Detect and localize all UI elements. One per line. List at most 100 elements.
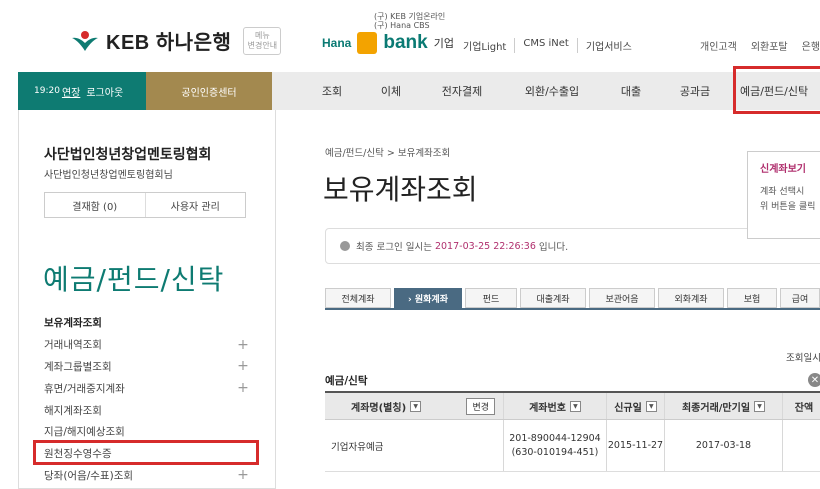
logo-text: KEB 하나은행 (106, 32, 232, 54)
cell-account-name: 기업자유예금 (325, 420, 504, 471)
nav-loan[interactable]: 대출 (608, 72, 654, 110)
sidebar-item-label: 해지계좌조회 (44, 404, 102, 417)
popup-line2: 위 버튼을 클릭 (760, 202, 816, 212)
cell-last-trade: 2017-03-18 (665, 420, 783, 471)
account-tabs: 전체계좌 › 원화계좌 펀드 대출계좌 보관어음 외화계좌 보험 급여 (325, 288, 820, 308)
link-light[interactable]: 기업Light (455, 38, 514, 53)
sidebar-item-account-group[interactable]: 계좌그룹별조회 + (44, 356, 250, 378)
collapse-icon[interactable]: ✕ (808, 373, 820, 387)
menu-change-badge[interactable]: 메뉴 변경안내 (243, 26, 282, 55)
link-cms[interactable]: CMS iNet (514, 38, 576, 53)
service-links: 기업Light CMS iNet 기업서비스 (455, 38, 640, 53)
col-label: 계좌번호 (529, 402, 566, 414)
new-account-popup: 신계좌보기 계좌 선택시 위 버튼을 클릭 (747, 151, 820, 239)
expand-icon[interactable]: + (236, 337, 250, 353)
section-title: 예금/펀드/신탁 (43, 263, 225, 296)
cert-center-button[interactable]: 공인인증센터 (146, 72, 272, 110)
sidebar-item-dormant[interactable]: 휴면/거래중지계좌 + (44, 377, 250, 399)
nav-utility[interactable]: 공과금 (668, 72, 722, 110)
expand-icon[interactable]: + (236, 358, 250, 374)
session-time: 19:20 (34, 86, 60, 96)
col-open-date[interactable]: 신규일 ▼ (607, 393, 665, 419)
col-balance[interactable]: 잔액 (783, 393, 820, 419)
account-number-old: (630-010194-451) (511, 446, 599, 458)
top-right-links: 개인고객 외환포탈 은행 (700, 38, 820, 53)
link-personal[interactable]: 개인고객 (700, 38, 737, 53)
cell-open-date: 2015-11-27 (607, 420, 665, 471)
nav-forex[interactable]: 외환/수출입 (512, 72, 592, 110)
session-status: 19:20 연장 로그아웃 (18, 72, 146, 110)
col-label: 신규일 (614, 402, 642, 414)
col-account-number[interactable]: 계좌번호 ▼ (504, 393, 607, 419)
sidebar-item-label: 거래내역조회 (44, 339, 102, 352)
cell-balance (783, 420, 820, 471)
page-title: 보유계좌조회 (323, 173, 478, 206)
sidebar-item-label: 계좌그룹별조회 (44, 360, 112, 373)
bank-logo[interactable]: KEB 하나은행 메뉴 변경안내 (70, 26, 282, 55)
hanabank-q-icon (357, 32, 378, 54)
sort-icon[interactable]: ▼ (645, 400, 657, 412)
sidebar-item-holding-accounts[interactable]: 보유계좌조회 (44, 312, 250, 334)
account-number: 201-890044-12904 (509, 432, 601, 444)
hb-legacy-line1: (구) KEB 기업온라인 (374, 12, 446, 21)
extend-button[interactable]: 연장 (62, 84, 80, 99)
link-forex-portal[interactable]: 외환포탈 (751, 38, 788, 53)
tab-insurance[interactable]: 보험 (727, 288, 777, 308)
logout-button[interactable]: 로그아웃 (86, 84, 123, 99)
tab-all-accounts[interactable]: 전체계좌 (325, 288, 391, 308)
hana-logo-icon (70, 29, 100, 53)
sort-icon[interactable]: ▼ (569, 400, 581, 412)
last-login-box: 최종 로그인 일시는 2017-03-25 22:26:36 입니다. (325, 228, 820, 264)
sort-icon[interactable]: ▼ (754, 400, 766, 412)
col-label: 최종거래/만기일 (681, 402, 751, 414)
link-corp-service[interactable]: 기업서비스 (576, 38, 640, 53)
sidebar-item-checks[interactable]: 당좌(어음/수표)조회 + (44, 465, 250, 487)
org-name: 사단법인청년창업멘토링협회 (44, 147, 212, 163)
cell-account-number[interactable]: 201-890044-12904 (630-010194-451) (504, 420, 607, 471)
col-account-name[interactable]: 계좌명(별칭) ▼ 변경 (325, 393, 504, 419)
hb-corp-text: 기업 (433, 37, 454, 50)
sidebar-item-label: 보유계좌조회 (44, 317, 102, 330)
sidebar-item-label: 당좌(어음/수표)조회 (44, 469, 134, 482)
org-greeting: 사단법인청년창업멘토링협회님 (44, 170, 173, 181)
sidebar-item-label: 지급/해지예상조회 (44, 426, 125, 439)
change-alias-button[interactable]: 변경 (466, 397, 495, 415)
col-label: 계좌명(별칭) (351, 402, 407, 414)
tab-custody-bills[interactable]: 보관어음 (589, 288, 655, 308)
hb-legacy-line2: (구) Hana CBS (374, 21, 430, 30)
tab-fund[interactable]: 펀드 (465, 288, 517, 308)
expand-icon[interactable]: + (236, 467, 250, 483)
info-icon (340, 241, 350, 251)
menu-highlight-box (33, 440, 259, 465)
sidebar-item-label: 휴면/거래중지계좌 (44, 382, 125, 395)
tab-loan[interactable]: 대출계좌 (520, 288, 586, 308)
nav-transfer[interactable]: 이체 (366, 72, 416, 110)
sort-icon[interactable]: ▼ (410, 400, 422, 412)
user-management-button[interactable]: 사용자 관리 (146, 193, 246, 217)
nav-inquiry[interactable]: 조회 (308, 72, 356, 110)
nav-epayment[interactable]: 전자결제 (430, 72, 494, 110)
tab-salary[interactable]: 급여 (780, 288, 820, 308)
user-button-row: 결재함 (0) 사용자 관리 (44, 192, 246, 218)
sidebar-item-closed[interactable]: 해지계좌조회 (44, 399, 250, 421)
nav-highlight-box (733, 66, 820, 114)
col-last-trade[interactable]: 최종거래/만기일 ▼ (665, 393, 783, 419)
popup-line1: 계좌 선택시 (760, 187, 805, 197)
hb-bank-text: bank (383, 32, 428, 53)
sidebar-item-transactions[interactable]: 거래내역조회 + (44, 334, 250, 356)
hanabank-corp-logo[interactable]: (구) KEB 기업온라인 (구) Hana CBS Hana bank 기업 (322, 12, 454, 54)
account-table: 계좌명(별칭) ▼ 변경 계좌번호 ▼ 신규일 ▼ 최종거래/만기일 ▼ 잔액 … (325, 391, 820, 472)
table-row[interactable]: 기업자유예금 201-890044-12904 (630-010194-451)… (325, 420, 820, 472)
approval-box-button[interactable]: 결재함 (0) (45, 193, 146, 217)
popup-title: 신계좌보기 (760, 164, 806, 175)
link-bank[interactable]: 은행 (802, 38, 820, 53)
tab-underline (325, 308, 820, 310)
expand-icon[interactable]: + (236, 380, 250, 396)
hb-hana-text: Hana (322, 36, 352, 50)
tab-krw-accounts[interactable]: › 원화계좌 (394, 288, 462, 308)
breadcrumb: 예금/펀드/신탁 > 보유계좌조회 (325, 148, 451, 159)
inquiry-date: 조회일시 (786, 353, 820, 364)
tab-fx-accounts[interactable]: 외화계좌 (658, 288, 724, 308)
table-header: 계좌명(별칭) ▼ 변경 계좌번호 ▼ 신규일 ▼ 최종거래/만기일 ▼ 잔액 (325, 393, 820, 420)
login-datetime: 2017-03-25 22:26:36 (434, 240, 536, 252)
